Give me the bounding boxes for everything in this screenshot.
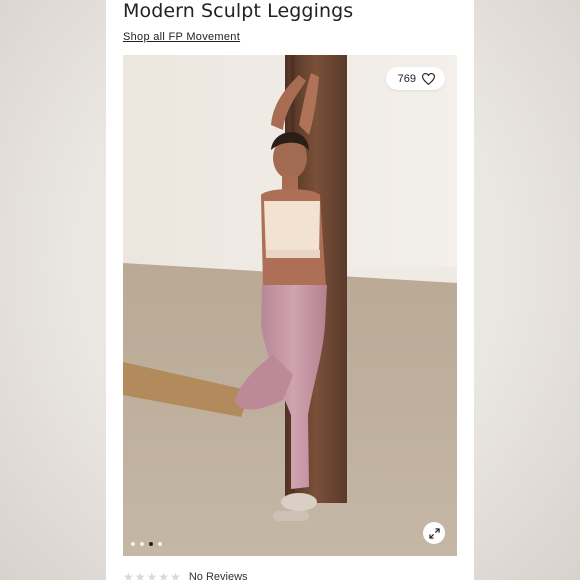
- carousel-dot-4[interactable]: [158, 542, 162, 546]
- carousel-dots: [131, 542, 162, 546]
- carousel-dot-2[interactable]: [140, 542, 144, 546]
- star-icon: ★: [123, 570, 134, 580]
- carousel-dot-1[interactable]: [131, 542, 135, 546]
- shop-all-link[interactable]: Shop all FP Movement: [123, 31, 240, 43]
- star-icon: ★: [146, 570, 158, 580]
- star-icon: ★: [134, 570, 146, 580]
- reviews-label: No Reviews: [188, 571, 248, 580]
- product-photo-illustration: [123, 55, 457, 556]
- product-image[interactable]: 769: [123, 55, 457, 556]
- reviews-summary[interactable]: ★ ★ ★ ★ ★ No Reviews: [123, 571, 248, 580]
- heart-icon: [422, 72, 435, 85]
- rating-stars: ★ ★ ★ ★ ★: [123, 571, 181, 580]
- carousel-dot-3[interactable]: [149, 542, 153, 546]
- product-card: Modern Sculpt Leggings Shop all FP Movem…: [106, 0, 474, 580]
- star-icon: ★: [158, 570, 170, 580]
- expand-image-button[interactable]: [423, 522, 445, 544]
- favorites-count: 769: [397, 72, 416, 85]
- expand-icon: [428, 527, 440, 539]
- product-title: Modern Sculpt Leggings: [123, 0, 354, 22]
- star-icon: ★: [170, 570, 181, 580]
- favorite-button[interactable]: 769: [385, 67, 445, 90]
